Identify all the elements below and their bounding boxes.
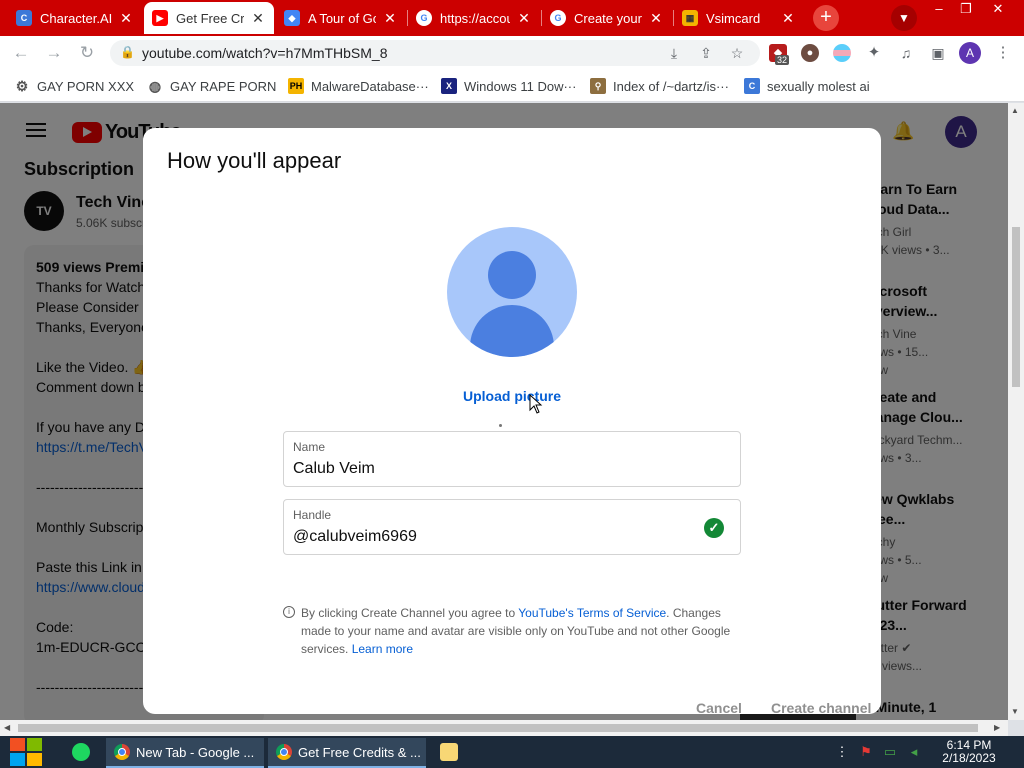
character-ai-icon: C	[744, 78, 760, 94]
learn-more-link[interactable]: Learn more	[352, 642, 413, 656]
name-label: Name	[293, 440, 326, 454]
close-icon[interactable]: ✕	[118, 10, 134, 27]
network-tray-icon[interactable]: ▭	[882, 744, 898, 760]
system-clock[interactable]: 6:14 PM 2/18/2023	[928, 739, 1010, 765]
scroll-left-icon[interactable]: ◀	[4, 723, 10, 732]
spotify-icon[interactable]	[72, 743, 90, 761]
globe-icon: ⚙	[15, 77, 29, 94]
check-circle-icon: ✓	[704, 518, 724, 538]
file-explorer-icon[interactable]	[440, 743, 458, 761]
taskbar-app-chrome-youtube[interactable]: Get Free Credits & ...	[268, 738, 426, 768]
restore-icon[interactable]: ❐	[955, 2, 977, 18]
forward-arrow-icon[interactable]: →	[43, 42, 65, 64]
cancel-button[interactable]: Cancel	[696, 700, 742, 714]
install-icon[interactable]: ⤓	[665, 44, 683, 62]
minimize-icon[interactable]: –	[928, 2, 950, 18]
tab-character-ai[interactable]: C Character.AI ✕	[8, 2, 142, 34]
flag-extension-icon[interactable]	[833, 44, 851, 62]
vertical-scrollbar[interactable]: ▲ ▼	[1008, 103, 1024, 720]
bookmark-item[interactable]: X Windows 11 Dow···	[441, 77, 576, 95]
handle-field[interactable]: Handle @calubveim6969 ✓	[283, 499, 741, 555]
chrome-icon	[114, 744, 130, 760]
x-icon: X	[441, 78, 457, 94]
taskbar-app-chrome-newtab[interactable]: New Tab - Google ...	[106, 738, 264, 768]
youtube-favicon-icon: ▶	[152, 10, 168, 26]
ph-icon: PH	[288, 78, 304, 94]
tab-create-channel[interactable]: G Create your channel ✕	[542, 2, 672, 34]
scroll-thumb[interactable]	[1012, 227, 1020, 387]
extension-badge: 32	[775, 55, 790, 65]
lock-icon[interactable]: 🔒	[120, 45, 135, 59]
side-panel-icon[interactable]: ▣	[929, 44, 947, 62]
scroll-up-icon[interactable]: ▲	[1011, 106, 1019, 115]
bookmark-item[interactable]: ⚲ Index of /~dartz/is···	[590, 77, 729, 95]
handle-label: Handle	[293, 508, 332, 522]
volume-tray-icon[interactable]: ◂	[906, 744, 922, 760]
close-icon[interactable]: ✕	[382, 10, 398, 27]
puzzle-extensions-icon[interactable]: ✦	[865, 44, 883, 62]
reload-icon[interactable]: ↻	[76, 42, 98, 64]
bookmark-item[interactable]: ◍ GAY RAPE PORN	[147, 77, 277, 95]
bookmarks-bar: ⚙ GAY PORN XXX ◍ GAY RAPE PORN PH Malwar…	[0, 70, 1024, 102]
handle-input[interactable]: @calubveim6969	[293, 528, 417, 546]
flag-tray-icon[interactable]: ⚑	[858, 744, 874, 760]
name-input[interactable]: Calub Veim	[293, 460, 375, 478]
tab-strip: C Character.AI ✕ ▶ Get Free Credits & ..…	[0, 0, 1024, 36]
dialog-title: How you'll appear	[167, 148, 342, 173]
close-window-icon[interactable]: ✕	[987, 2, 1009, 18]
character-ai-favicon-icon: C	[16, 10, 32, 26]
chevron-down-icon[interactable]: ▼	[891, 5, 917, 31]
chrome-icon	[276, 744, 292, 760]
scroll-thumb[interactable]	[18, 724, 978, 732]
taskbar: New Tab - Google ... Get Free Credits & …	[0, 736, 1024, 768]
bookmark-item[interactable]: C sexually molest ai	[744, 77, 870, 95]
google-favicon-icon: G	[550, 10, 566, 26]
media-controls-icon[interactable]: ♫	[897, 44, 915, 62]
share-icon[interactable]: ⇪	[697, 44, 715, 62]
back-arrow-icon[interactable]: ←	[10, 42, 32, 64]
bookmark-star-icon[interactable]: ☆	[728, 44, 746, 62]
close-icon[interactable]: ✕	[516, 10, 532, 27]
google-cloud-favicon-icon: ◆	[284, 10, 300, 26]
mouse-cursor-icon	[529, 394, 543, 414]
close-icon[interactable]: ✕	[250, 10, 266, 27]
default-avatar-icon	[447, 227, 577, 357]
terms-of-service-link[interactable]: YouTube's Terms of Service	[518, 606, 666, 620]
info-icon: i	[283, 606, 295, 618]
tab-vsimcard[interactable]: ▦ Vsimcard ✕	[674, 2, 804, 34]
tray-overflow-icon[interactable]: ⋮	[834, 744, 850, 760]
vsimcard-favicon-icon: ▦	[682, 10, 698, 26]
address-bar[interactable]: 🔒 youtube.com/watch?v=h7MmTHbSM_8 ⤓ ⇪ ☆	[110, 40, 760, 66]
tab-youtube[interactable]: ▶ Get Free Credits & ... ✕	[144, 2, 274, 34]
windows-start-icon[interactable]	[10, 738, 44, 766]
upload-picture-link[interactable]: Upload picture	[412, 388, 612, 404]
folder-icon: ⚲	[590, 78, 606, 94]
tab-google-accounts[interactable]: G https://accounts.google ✕	[408, 2, 540, 34]
bookmark-item[interactable]: PH MalwareDatabase···	[288, 77, 429, 95]
close-icon[interactable]: ✕	[780, 10, 796, 27]
bookmark-item[interactable]: ⚙ GAY PORN XXX	[14, 77, 134, 95]
profile-avatar[interactable]: A	[959, 42, 981, 64]
globe-icon: ◍	[148, 77, 162, 94]
create-channel-dialog: How you'll appear Upload picture Name Ca…	[143, 128, 881, 714]
close-icon[interactable]: ✕	[648, 10, 664, 27]
google-favicon-icon: G	[416, 10, 432, 26]
scroll-right-icon[interactable]: ▶	[994, 723, 1000, 732]
browser-menu-icon[interactable]: ⋮	[995, 42, 1011, 64]
url-text[interactable]: youtube.com/watch?v=h7MmTHbSM_8	[142, 45, 388, 61]
create-channel-button[interactable]: Create channel	[771, 700, 871, 714]
scroll-down-icon[interactable]: ▼	[1011, 707, 1019, 716]
tab-google-cloud[interactable]: ◆ A Tour of Google Cloud ✕	[276, 2, 406, 34]
horizontal-scrollbar[interactable]: ◀ ▶	[0, 720, 1008, 736]
name-field[interactable]: Name Calub Veim	[283, 431, 741, 487]
extension-avatar-icon[interactable]: ●	[801, 44, 819, 62]
new-tab-button[interactable]: +	[813, 5, 839, 31]
